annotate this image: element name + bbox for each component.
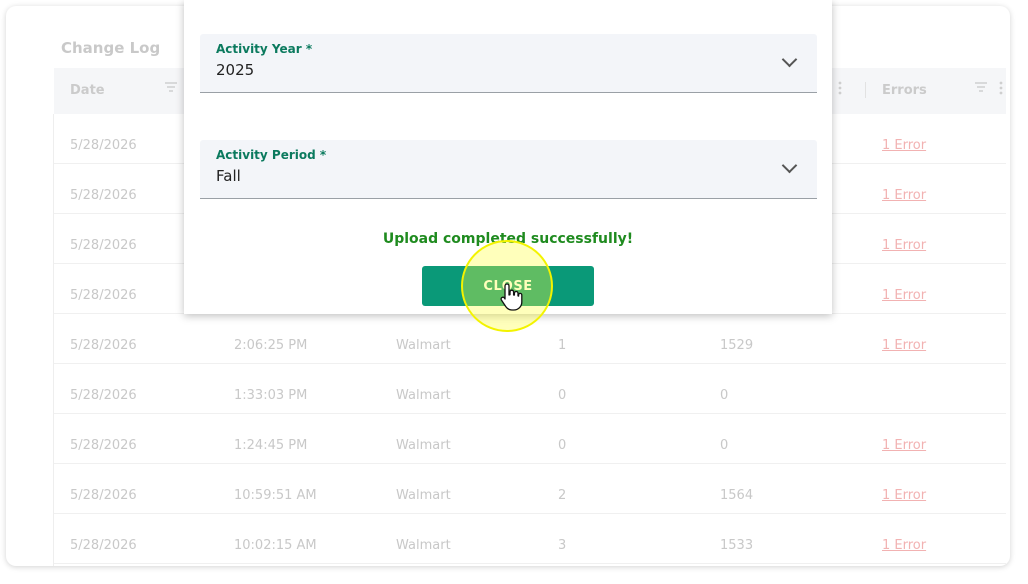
cell-time: 10:59:51 AM — [234, 488, 317, 503]
chevron-down-icon[interactable] — [781, 157, 798, 174]
activity-period-label: Activity Period * — [216, 148, 327, 162]
cell-time: 2:06:25 PM — [234, 338, 308, 353]
more-vert-icon[interactable] — [838, 81, 842, 99]
filter-icon[interactable] — [974, 81, 988, 97]
cell-count: 0 — [558, 438, 567, 453]
activity-period-value: Fall — [216, 167, 241, 185]
activity-period-select[interactable]: Activity Period * Fall — [200, 140, 817, 199]
cell-count: 0 — [558, 388, 567, 403]
cell-source: Walmart — [396, 488, 451, 503]
cell-date: 5/28/2026 — [70, 538, 137, 553]
table-row[interactable]: 5/28/2026 1:33:03 PM Walmart 0 0 — [54, 364, 1006, 414]
error-link[interactable]: 1 Error — [882, 488, 926, 503]
cell-time: 1:24:45 PM — [234, 438, 308, 453]
error-link[interactable]: 1 Error — [882, 288, 926, 303]
cell-count: 1533 — [720, 538, 754, 553]
cell-count: 1564 — [720, 488, 754, 503]
column-header-date[interactable]: Date — [70, 83, 105, 98]
more-vert-icon[interactable] — [999, 81, 1003, 99]
error-link[interactable]: 1 Error — [882, 188, 926, 203]
cell-date: 5/28/2026 — [70, 138, 137, 153]
cell-date: 5/28/2026 — [70, 288, 137, 303]
error-link[interactable]: 1 Error — [882, 338, 926, 353]
cell-date: 5/28/2026 — [70, 188, 137, 203]
cell-source: Walmart — [396, 538, 451, 553]
error-link[interactable]: 1 Error — [882, 138, 926, 153]
cell-count: 1529 — [720, 338, 754, 353]
column-header-errors[interactable]: Errors — [882, 83, 927, 98]
cell-date: 5/28/2026 — [70, 388, 137, 403]
table-row[interactable]: 5/28/2026 1:24:45 PM Walmart 0 0 1 Error — [54, 414, 1006, 464]
cell-count: 2 — [558, 488, 567, 503]
activity-year-select[interactable]: Activity Year * 2025 — [200, 34, 817, 93]
cell-time: 1:33:03 PM — [234, 388, 308, 403]
cell-count: 3 — [558, 538, 567, 553]
cell-count: 1 — [558, 338, 567, 353]
hand-pointer-icon — [500, 282, 524, 316]
page-title: Change Log — [61, 39, 161, 57]
cell-source: Walmart — [396, 338, 451, 353]
cell-count: 0 — [720, 388, 729, 403]
cell-date: 5/28/2026 — [70, 488, 137, 503]
filter-icon[interactable] — [164, 81, 178, 97]
activity-year-label: Activity Year * — [216, 42, 313, 56]
table-row[interactable]: 5/28/2026 10:02:15 AM Walmart 3 1533 1 E… — [54, 514, 1006, 564]
error-link[interactable]: 1 Error — [882, 238, 926, 253]
error-link[interactable]: 1 Error — [882, 438, 926, 453]
table-row[interactable]: 5/28/2026 10:59:51 AM Walmart 2 1564 1 E… — [54, 464, 1006, 514]
cell-source: Walmart — [396, 438, 451, 453]
cell-count: 0 — [720, 438, 729, 453]
cell-date: 5/28/2026 — [70, 238, 137, 253]
cell-date: 5/28/2026 — [70, 338, 137, 353]
column-divider[interactable] — [865, 82, 866, 98]
cell-time: 10:02:15 AM — [234, 538, 317, 553]
chevron-down-icon[interactable] — [781, 51, 798, 68]
error-link[interactable]: 1 Error — [882, 538, 926, 553]
cell-source: Walmart — [396, 388, 451, 403]
cell-date: 5/28/2026 — [70, 438, 137, 453]
activity-year-value: 2025 — [216, 61, 255, 79]
